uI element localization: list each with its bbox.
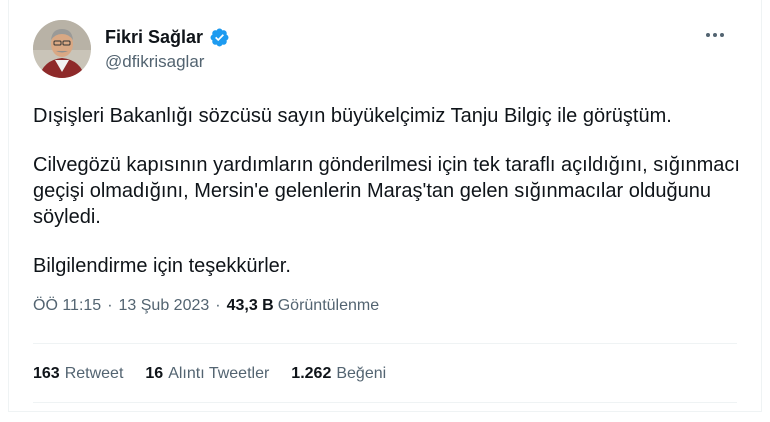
tweet-paragraph: Bilgilendirme için teşekkürler. [33, 255, 291, 277]
quotes-stat[interactable]: 16 Alıntı Tweetler [145, 365, 269, 383]
likes-count: 1.262 [291, 365, 332, 382]
tweet-card: Fikri Sağlar @dfikrisaglar Dışişleri Bak… [8, 0, 762, 412]
views-count: 43,3 B [226, 297, 274, 314]
likes-stat[interactable]: 1.262 Beğeni [291, 365, 386, 383]
author-name-row: Fikri Sağlar [105, 27, 230, 48]
likes-label: Beğeni [336, 365, 387, 382]
tweet-time[interactable]: ÖÖ 11:15 [33, 297, 101, 315]
more-dots-icon[interactable] [701, 26, 729, 44]
author-handle[interactable]: @dfikrisaglar [105, 52, 204, 72]
tweet-date[interactable]: 13 Şub 2023 [119, 297, 210, 315]
avatar[interactable] [33, 20, 91, 78]
tweet-paragraph: Cilvegözü kapısının yardımların gönderil… [33, 154, 740, 228]
tweet-paragraph: Dışişleri Bakanlığı sözcüsü sayın büyüke… [33, 105, 672, 127]
tweet-stats: 163 Retweet 16 Alıntı Tweetler 1.262 Beğ… [33, 365, 386, 383]
tweet-meta: ÖÖ 11:15 · 13 Şub 2023 · 43,3 B Görüntül… [33, 297, 379, 315]
tweet-header: Fikri Sağlar @dfikrisaglar [33, 20, 741, 84]
quotes-count: 16 [145, 365, 164, 382]
more-dot [713, 33, 717, 37]
meta-separator: · [215, 297, 221, 314]
divider [33, 343, 737, 344]
verified-badge-icon [209, 27, 230, 48]
divider [33, 402, 737, 403]
meta-separator: · [107, 297, 113, 314]
tweet-text: Dışişleri Bakanlığı sözcüsü sayın büyüke… [33, 103, 743, 279]
quotes-label: Alıntı Tweetler [168, 365, 270, 382]
more-dot [706, 33, 710, 37]
views-label: Görüntülenme [277, 297, 380, 314]
retweets-label: Retweet [64, 365, 124, 382]
author-name[interactable]: Fikri Sağlar [105, 27, 203, 48]
retweets-stat[interactable]: 163 Retweet [33, 365, 123, 383]
avatar-image [33, 20, 91, 78]
retweets-count: 163 [33, 365, 60, 382]
more-dot [720, 33, 724, 37]
